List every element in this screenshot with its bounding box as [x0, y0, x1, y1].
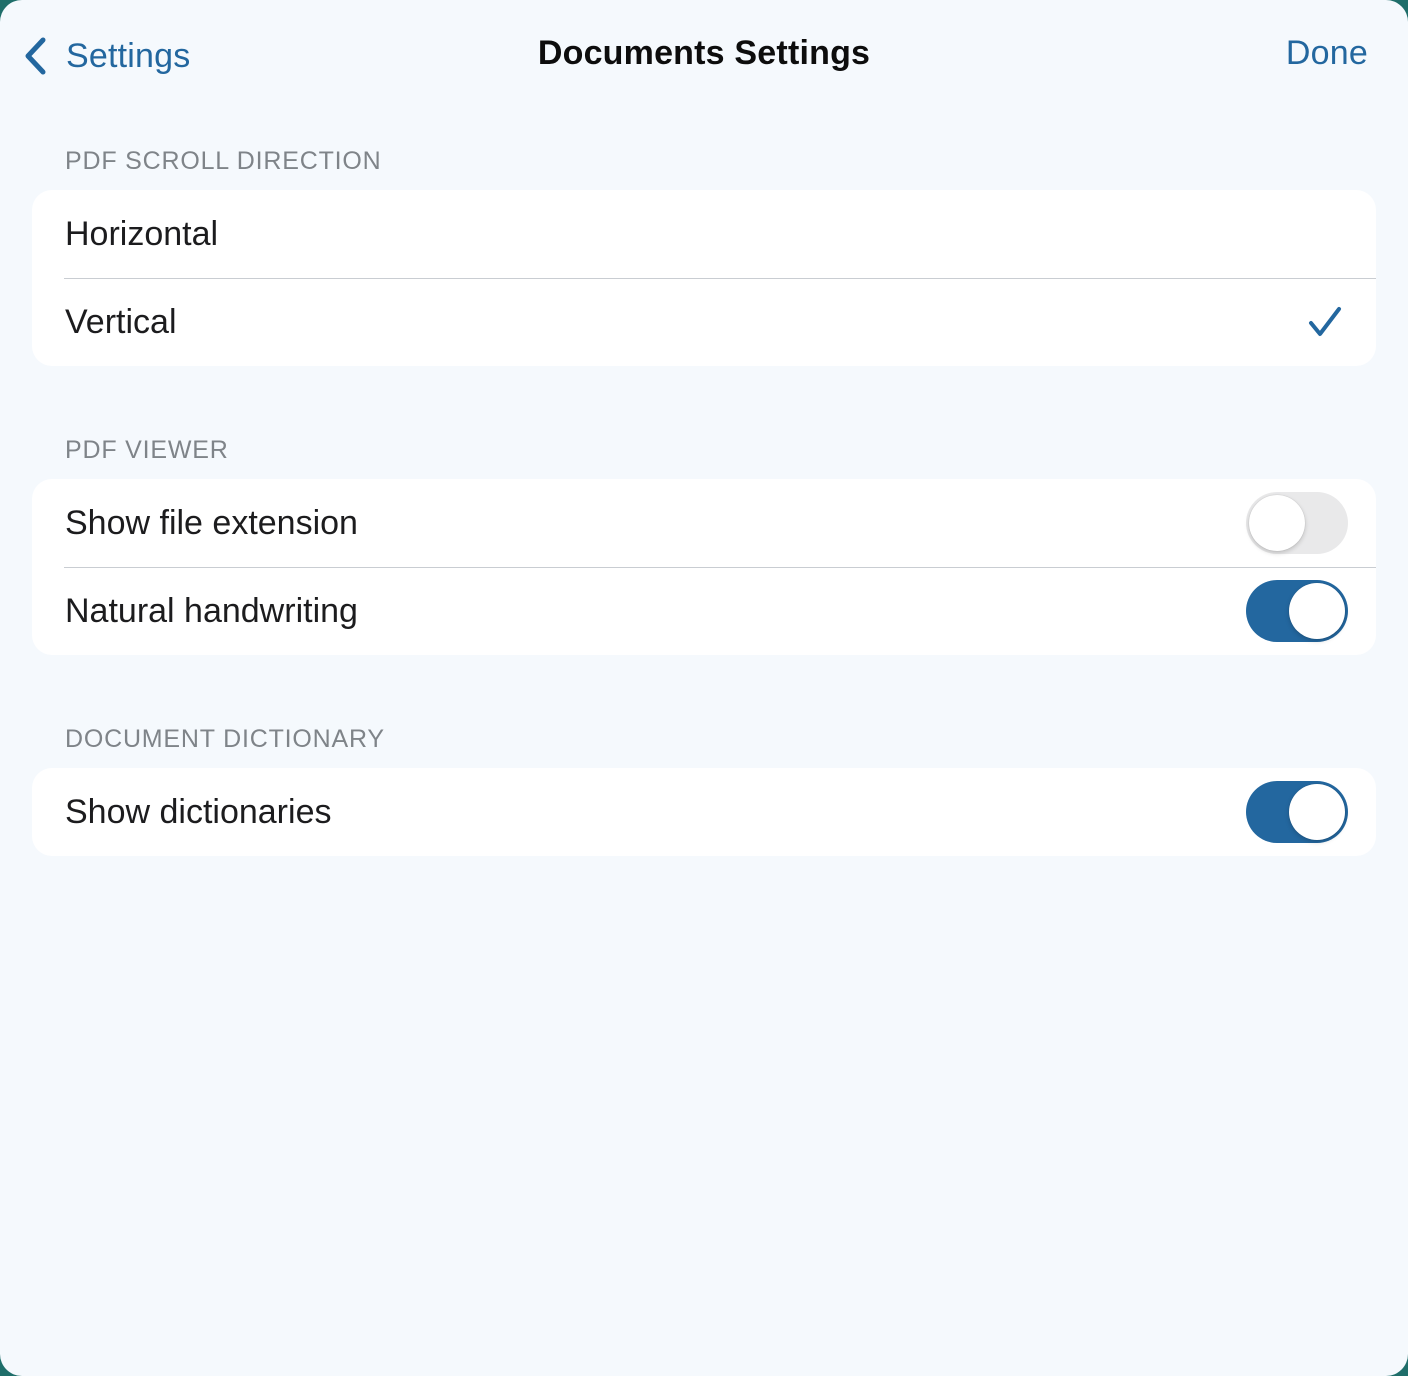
section-header-document-dictionary: DOCUMENT DICTIONARY [65, 725, 385, 753]
show-dictionaries-toggle[interactable] [1246, 781, 1348, 843]
natural-handwriting-toggle[interactable] [1246, 580, 1348, 642]
setting-label-show-file-extension: Show file extension [65, 504, 358, 542]
checkmark-icon [1309, 307, 1341, 336]
done-button[interactable]: Done [1286, 34, 1368, 73]
option-label-horizontal: Horizontal [65, 215, 219, 253]
setting-row-show-file-extension: Show file extension [32, 479, 1376, 567]
setting-row-natural-handwriting: Natural handwriting [32, 567, 1376, 655]
setting-row-show-dictionaries: Show dictionaries [32, 768, 1376, 856]
setting-label-show-dictionaries: Show dictionaries [65, 793, 332, 831]
page-title: Documents Settings [537, 34, 871, 72]
settings-sheet: Settings Documents Settings Done PDF SCR… [0, 0, 1408, 1376]
toggle-knob [1289, 784, 1345, 840]
option-row-vertical[interactable]: Vertical [32, 278, 1376, 366]
toggle-knob [1289, 583, 1345, 639]
toggle-knob [1249, 495, 1305, 551]
section-header-pdf-viewer: PDF VIEWER [65, 436, 229, 464]
section-header-pdf-scroll-direction: PDF SCROLL DIRECTION [65, 147, 382, 175]
setting-label-natural-handwriting: Natural handwriting [65, 592, 358, 630]
scroll-direction-group: Horizontal Vertical [32, 190, 1376, 366]
show-file-extension-toggle[interactable] [1246, 492, 1348, 554]
option-row-horizontal[interactable]: Horizontal [32, 190, 1376, 278]
option-label-vertical: Vertical [65, 303, 177, 341]
pdf-viewer-group: Show file extension Natural handwriting [32, 479, 1376, 655]
document-dictionary-group: Show dictionaries [32, 768, 1376, 856]
navigation-bar: Settings Documents Settings Done [0, 0, 1408, 112]
